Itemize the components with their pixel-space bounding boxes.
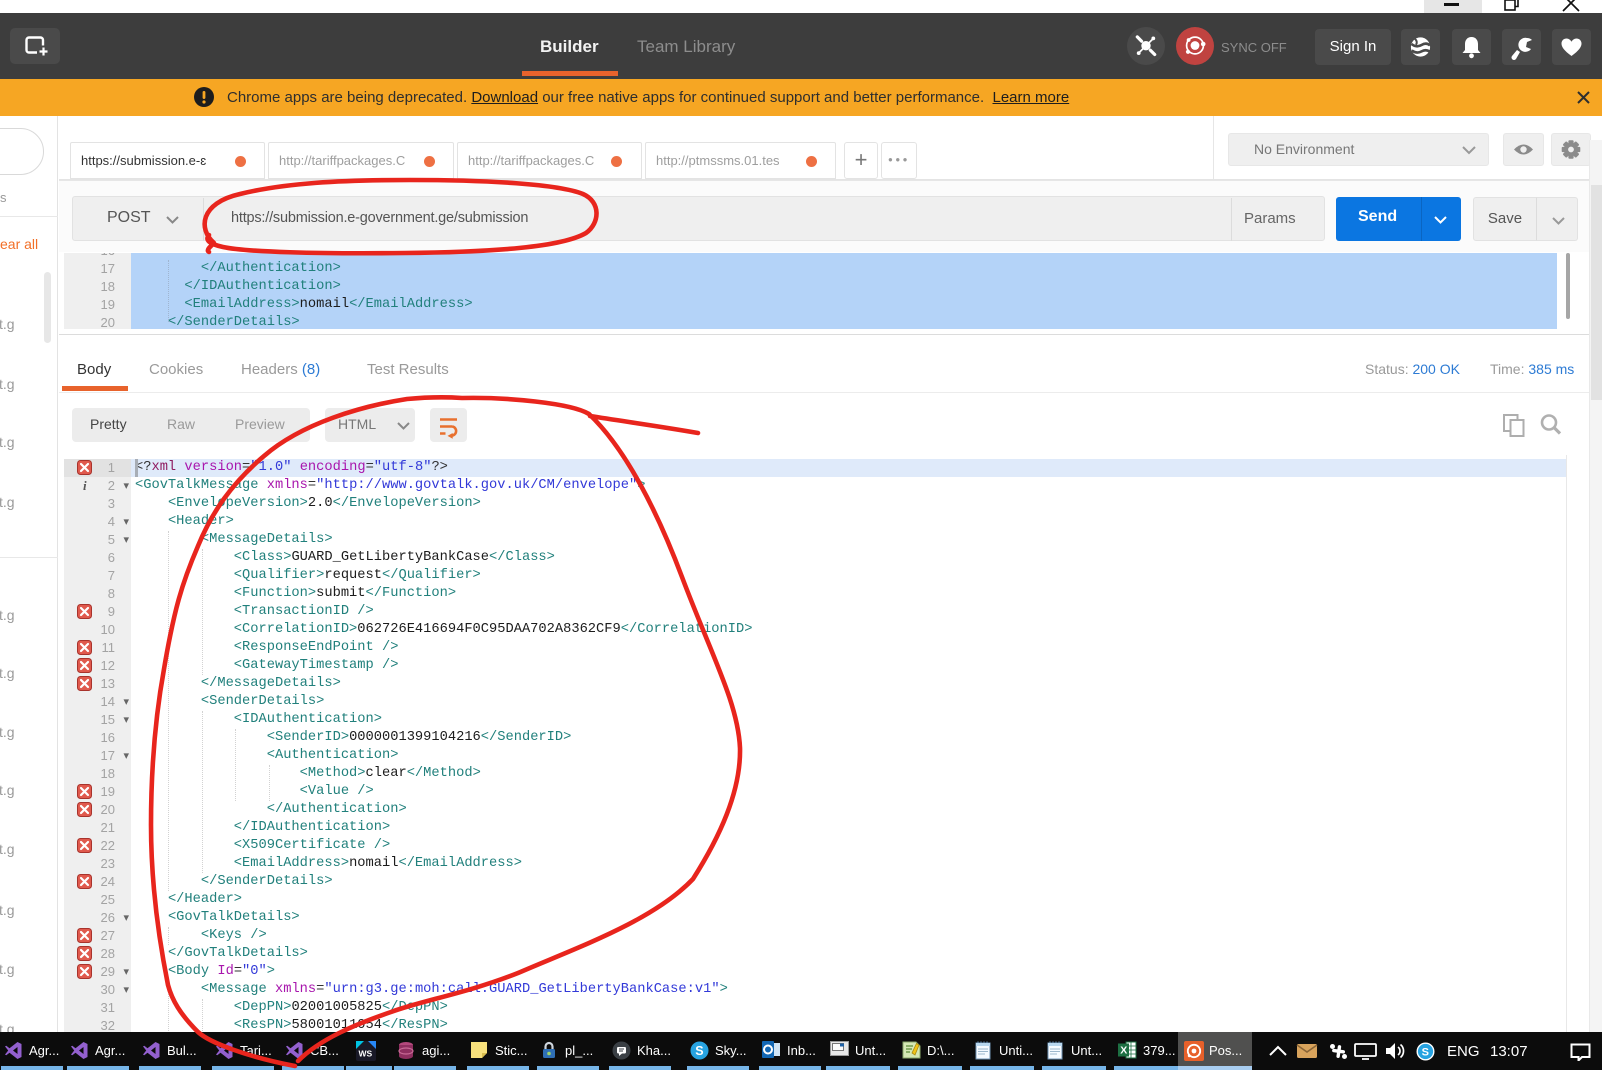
svg-text:X: X xyxy=(1120,1045,1127,1057)
svg-text:S: S xyxy=(1422,1047,1429,1059)
svg-text:WS: WS xyxy=(359,1049,373,1059)
svg-text:S: S xyxy=(695,1044,703,1058)
